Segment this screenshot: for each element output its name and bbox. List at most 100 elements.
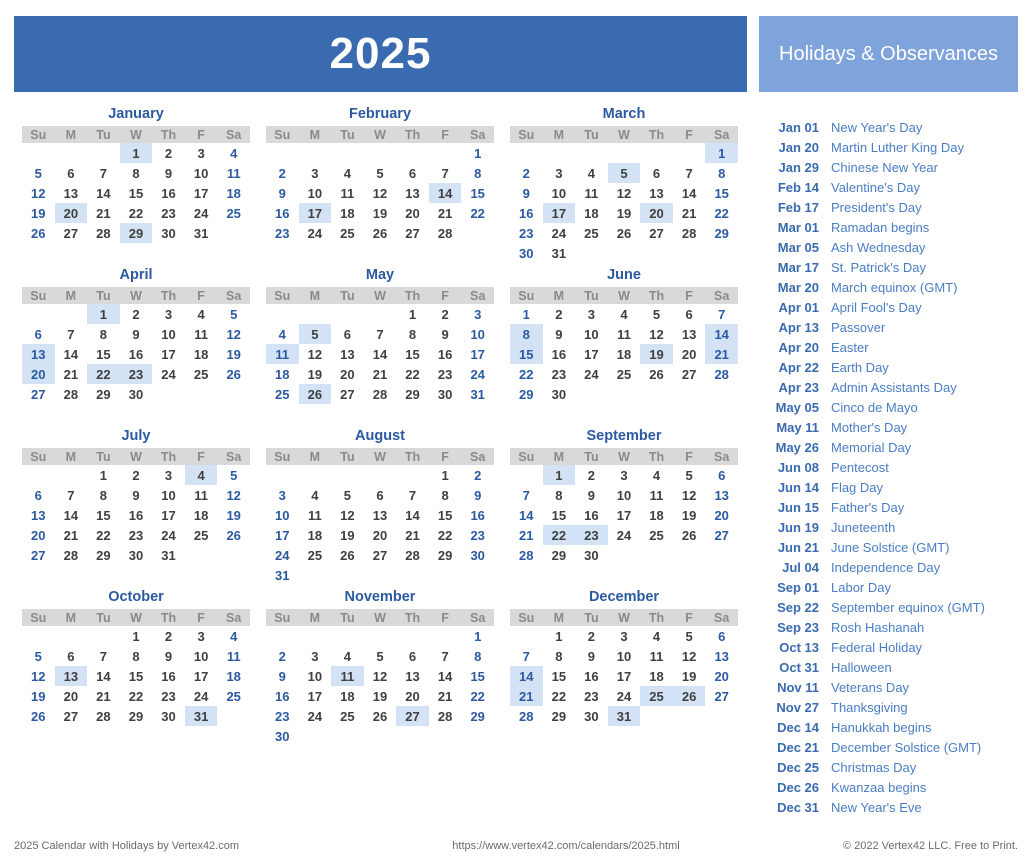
day-cell[interactable]: 18 — [608, 344, 641, 364]
day-cell[interactable]: 28 — [673, 223, 706, 243]
day-cell[interactable]: 15 — [705, 183, 738, 203]
day-cell[interactable]: 23 — [266, 706, 299, 726]
day-cell[interactable]: 1 — [120, 626, 153, 646]
day-cell[interactable]: 19 — [217, 505, 250, 525]
day-cell[interactable]: 19 — [364, 203, 397, 223]
day-cell[interactable]: 17 — [575, 344, 608, 364]
day-cell[interactable]: 30 — [120, 384, 153, 404]
day-cell[interactable]: 4 — [266, 324, 299, 344]
day-cell[interactable]: 9 — [543, 324, 576, 344]
day-cell[interactable]: 16 — [120, 505, 153, 525]
day-cell[interactable]: 27 — [55, 706, 88, 726]
day-cell[interactable]: 9 — [152, 646, 185, 666]
day-cell[interactable]: 20 — [22, 525, 55, 545]
day-cell[interactable]: 4 — [331, 163, 364, 183]
day-cell-highlighted[interactable]: 21 — [510, 686, 543, 706]
day-cell[interactable]: 1 — [461, 626, 494, 646]
day-cell[interactable]: 15 — [461, 666, 494, 686]
day-cell[interactable]: 15 — [543, 666, 576, 686]
day-cell[interactable]: 12 — [22, 666, 55, 686]
day-cell[interactable]: 29 — [461, 706, 494, 726]
day-cell[interactable]: 24 — [185, 203, 218, 223]
day-cell[interactable]: 11 — [640, 646, 673, 666]
day-cell[interactable]: 13 — [705, 485, 738, 505]
day-cell[interactable]: 22 — [396, 364, 429, 384]
day-cell[interactable]: 24 — [575, 364, 608, 384]
day-cell[interactable]: 8 — [461, 646, 494, 666]
day-cell[interactable]: 5 — [22, 646, 55, 666]
day-cell[interactable]: 2 — [266, 163, 299, 183]
day-cell[interactable]: 30 — [152, 223, 185, 243]
day-cell-highlighted[interactable]: 5 — [607, 163, 641, 183]
day-cell-highlighted[interactable]: 29 — [119, 223, 153, 243]
day-cell[interactable]: 2 — [543, 304, 576, 324]
day-cell[interactable]: 27 — [673, 364, 706, 384]
day-cell[interactable]: 18 — [640, 666, 673, 686]
day-cell[interactable]: 15 — [87, 505, 120, 525]
day-cell[interactable]: 12 — [608, 183, 641, 203]
day-cell[interactable]: 19 — [22, 686, 55, 706]
day-cell[interactable]: 14 — [673, 183, 706, 203]
day-cell[interactable]: 8 — [461, 163, 494, 183]
day-cell[interactable]: 9 — [266, 666, 299, 686]
day-cell[interactable]: 11 — [608, 324, 641, 344]
day-cell[interactable]: 22 — [120, 203, 153, 223]
day-cell[interactable]: 5 — [22, 163, 55, 183]
day-cell[interactable]: 30 — [575, 545, 608, 565]
day-cell[interactable]: 24 — [299, 706, 332, 726]
day-cell[interactable]: 10 — [266, 505, 299, 525]
day-cell[interactable]: 17 — [185, 666, 218, 686]
day-cell[interactable]: 28 — [364, 384, 397, 404]
day-cell[interactable]: 30 — [461, 545, 494, 565]
day-cell[interactable]: 2 — [510, 163, 543, 183]
day-cell[interactable]: 24 — [185, 686, 218, 706]
day-cell[interactable]: 6 — [396, 163, 429, 183]
day-cell[interactable]: 20 — [364, 525, 397, 545]
day-cell[interactable]: 3 — [543, 163, 576, 183]
day-cell[interactable]: 18 — [331, 686, 364, 706]
day-cell[interactable]: 20 — [331, 364, 364, 384]
day-cell-highlighted[interactable]: 17 — [542, 203, 576, 223]
day-cell[interactable]: 9 — [120, 485, 153, 505]
day-cell[interactable]: 4 — [185, 304, 218, 324]
day-cell[interactable]: 21 — [87, 686, 120, 706]
day-cell[interactable]: 6 — [396, 646, 429, 666]
day-cell[interactable]: 26 — [364, 223, 397, 243]
day-cell[interactable]: 12 — [364, 666, 397, 686]
day-cell[interactable]: 12 — [673, 485, 706, 505]
day-cell[interactable]: 25 — [185, 525, 218, 545]
day-cell[interactable]: 19 — [22, 203, 55, 223]
day-cell[interactable]: 2 — [152, 626, 185, 646]
day-cell-highlighted[interactable]: 1 — [542, 465, 576, 485]
day-cell[interactable]: 17 — [185, 183, 218, 203]
day-cell[interactable]: 12 — [673, 646, 706, 666]
day-cell[interactable]: 21 — [510, 525, 543, 545]
day-cell-highlighted[interactable]: 13 — [54, 666, 88, 686]
day-cell[interactable]: 26 — [217, 364, 250, 384]
day-cell[interactable]: 8 — [87, 324, 120, 344]
day-cell[interactable]: 5 — [217, 304, 250, 324]
day-cell[interactable]: 1 — [396, 304, 429, 324]
day-cell[interactable]: 29 — [543, 706, 576, 726]
day-cell[interactable]: 16 — [575, 666, 608, 686]
day-cell[interactable]: 24 — [266, 545, 299, 565]
day-cell[interactable]: 22 — [120, 686, 153, 706]
day-cell[interactable]: 14 — [429, 666, 462, 686]
day-cell-highlighted[interactable]: 20 — [640, 203, 673, 223]
day-cell[interactable]: 4 — [217, 143, 250, 163]
day-cell[interactable]: 1 — [87, 465, 120, 485]
day-cell[interactable]: 1 — [461, 143, 494, 163]
day-cell[interactable]: 27 — [705, 686, 738, 706]
day-cell[interactable]: 11 — [185, 324, 218, 344]
day-cell[interactable]: 3 — [266, 485, 299, 505]
day-cell[interactable]: 10 — [543, 183, 576, 203]
day-cell[interactable]: 19 — [217, 344, 250, 364]
day-cell[interactable]: 20 — [396, 203, 429, 223]
day-cell[interactable]: 9 — [120, 324, 153, 344]
day-cell[interactable]: 28 — [510, 545, 543, 565]
day-cell[interactable]: 14 — [55, 505, 88, 525]
day-cell[interactable]: 25 — [608, 364, 641, 384]
day-cell[interactable]: 17 — [152, 344, 185, 364]
day-cell[interactable]: 25 — [331, 223, 364, 243]
day-cell[interactable]: 22 — [543, 686, 576, 706]
